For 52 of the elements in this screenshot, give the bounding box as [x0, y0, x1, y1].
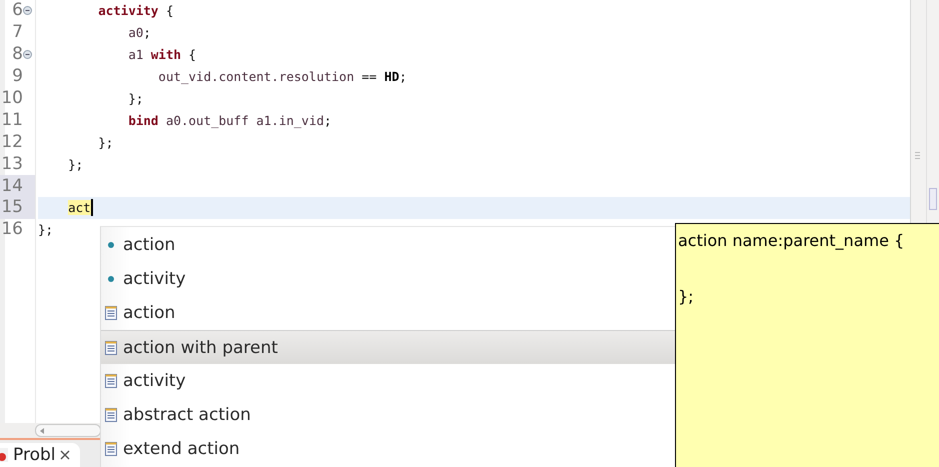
completion-item[interactable]: action	[101, 228, 676, 262]
code-text: act	[68, 200, 91, 216]
line-number: 13	[1, 156, 23, 173]
text-cursor	[90, 199, 93, 216]
overview-marker[interactable]	[929, 188, 937, 210]
document-icon	[104, 408, 117, 422]
completion-item[interactable]: activity	[101, 364, 676, 398]
completion-item[interactable]: activity	[101, 262, 676, 296]
line-number: 15	[1, 199, 23, 216]
code-text: a1	[128, 47, 144, 62]
completion-item[interactable]: extend action	[101, 432, 676, 466]
code-text: ;	[143, 25, 151, 40]
code-text: };	[128, 91, 144, 106]
completion-item[interactable]: action	[101, 296, 676, 330]
document-icon	[104, 374, 117, 388]
code-text: {	[166, 3, 174, 18]
line-number: 14	[1, 178, 23, 195]
view-tab[interactable]: Probl	[0, 443, 80, 467]
code-text: };	[98, 134, 114, 150]
code-keyword: activity	[98, 3, 158, 18]
line-number: 12	[1, 134, 23, 151]
code-keyword: bind	[128, 112, 158, 128]
code-text: a0.out_buff a1.in_vid	[166, 112, 324, 128]
scroll-left-icon[interactable]	[40, 428, 44, 434]
completion-item[interactable]: abstract action	[101, 398, 676, 432]
code-keyword: with	[150, 47, 182, 62]
code-text: ==	[362, 69, 377, 84]
code-text: };	[68, 156, 84, 172]
line-number: 7	[12, 24, 23, 42]
collapse-icon[interactable]	[23, 50, 32, 60]
code-text: out_vid.content.resolution	[158, 69, 354, 84]
completion-item[interactable]: action with parent	[101, 330, 676, 364]
code-text: ;	[324, 112, 332, 128]
line-number: 10	[1, 90, 23, 107]
document-icon	[104, 340, 117, 354]
document-icon	[104, 306, 117, 320]
code-text: {	[188, 47, 196, 62]
line-number: 6	[12, 2, 23, 20]
line-number: 8	[12, 46, 23, 64]
line-number: 16	[1, 221, 23, 238]
close-icon[interactable]	[60, 450, 70, 460]
error-icon	[0, 448, 8, 462]
line-number: 11	[1, 112, 23, 129]
code-text: HD	[384, 69, 400, 84]
code-text: };	[38, 222, 54, 238]
code-text: a0	[128, 25, 144, 40]
horizontal-scrollbar[interactable]	[35, 424, 101, 437]
collapse-icon[interactable]	[23, 6, 32, 16]
line-number: 9	[12, 68, 23, 86]
document-icon	[104, 442, 117, 456]
code-text: ;	[399, 69, 407, 84]
template-preview-tooltip: action name:parent_name { };	[675, 223, 939, 467]
